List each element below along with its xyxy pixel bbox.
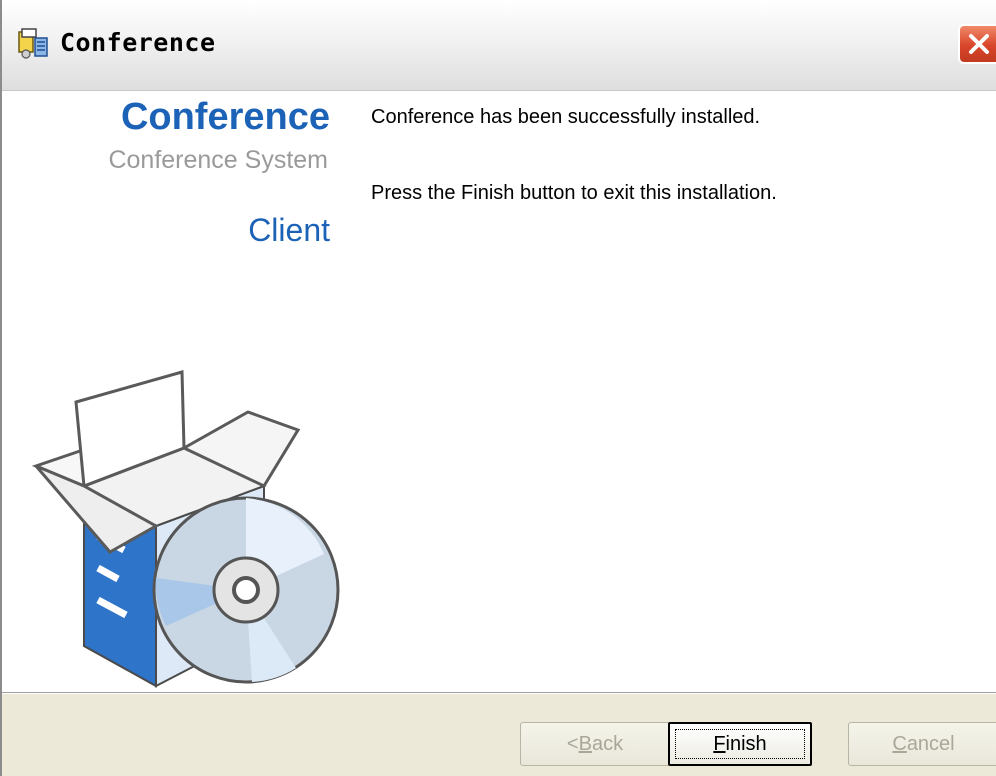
product-edition: Client [248,212,330,248]
setup-icon [18,28,48,59]
button-bar [2,694,996,776]
finish-instruction: Press the Finish button to exit this ins… [371,182,777,204]
finish-button[interactable]: Finish [668,722,812,766]
success-message: Conference has been successfully install… [371,106,761,128]
software-box-with-cd-icon [31,370,340,688]
cancel-label-rest: ancel [906,732,955,755]
title-bar[interactable]: Conference [2,0,996,91]
close-icon [969,34,989,54]
product-subtitle: Conference System [108,146,328,174]
back-prefix: < [566,732,579,755]
cancel-button[interactable]: Cancel [848,722,996,766]
focus-ring [675,729,805,759]
close-button[interactable] [958,24,996,64]
back-button[interactable]: < Back [520,722,670,766]
window-title: Conference [60,28,216,57]
back-mnemonic: B [578,732,592,755]
installer-window: Conference Conference Conference System … [0,0,996,776]
back-label-rest: ack [591,732,624,755]
footer-divider [2,692,996,694]
cancel-mnemonic: C [892,732,907,755]
product-name: Conference [120,96,330,138]
